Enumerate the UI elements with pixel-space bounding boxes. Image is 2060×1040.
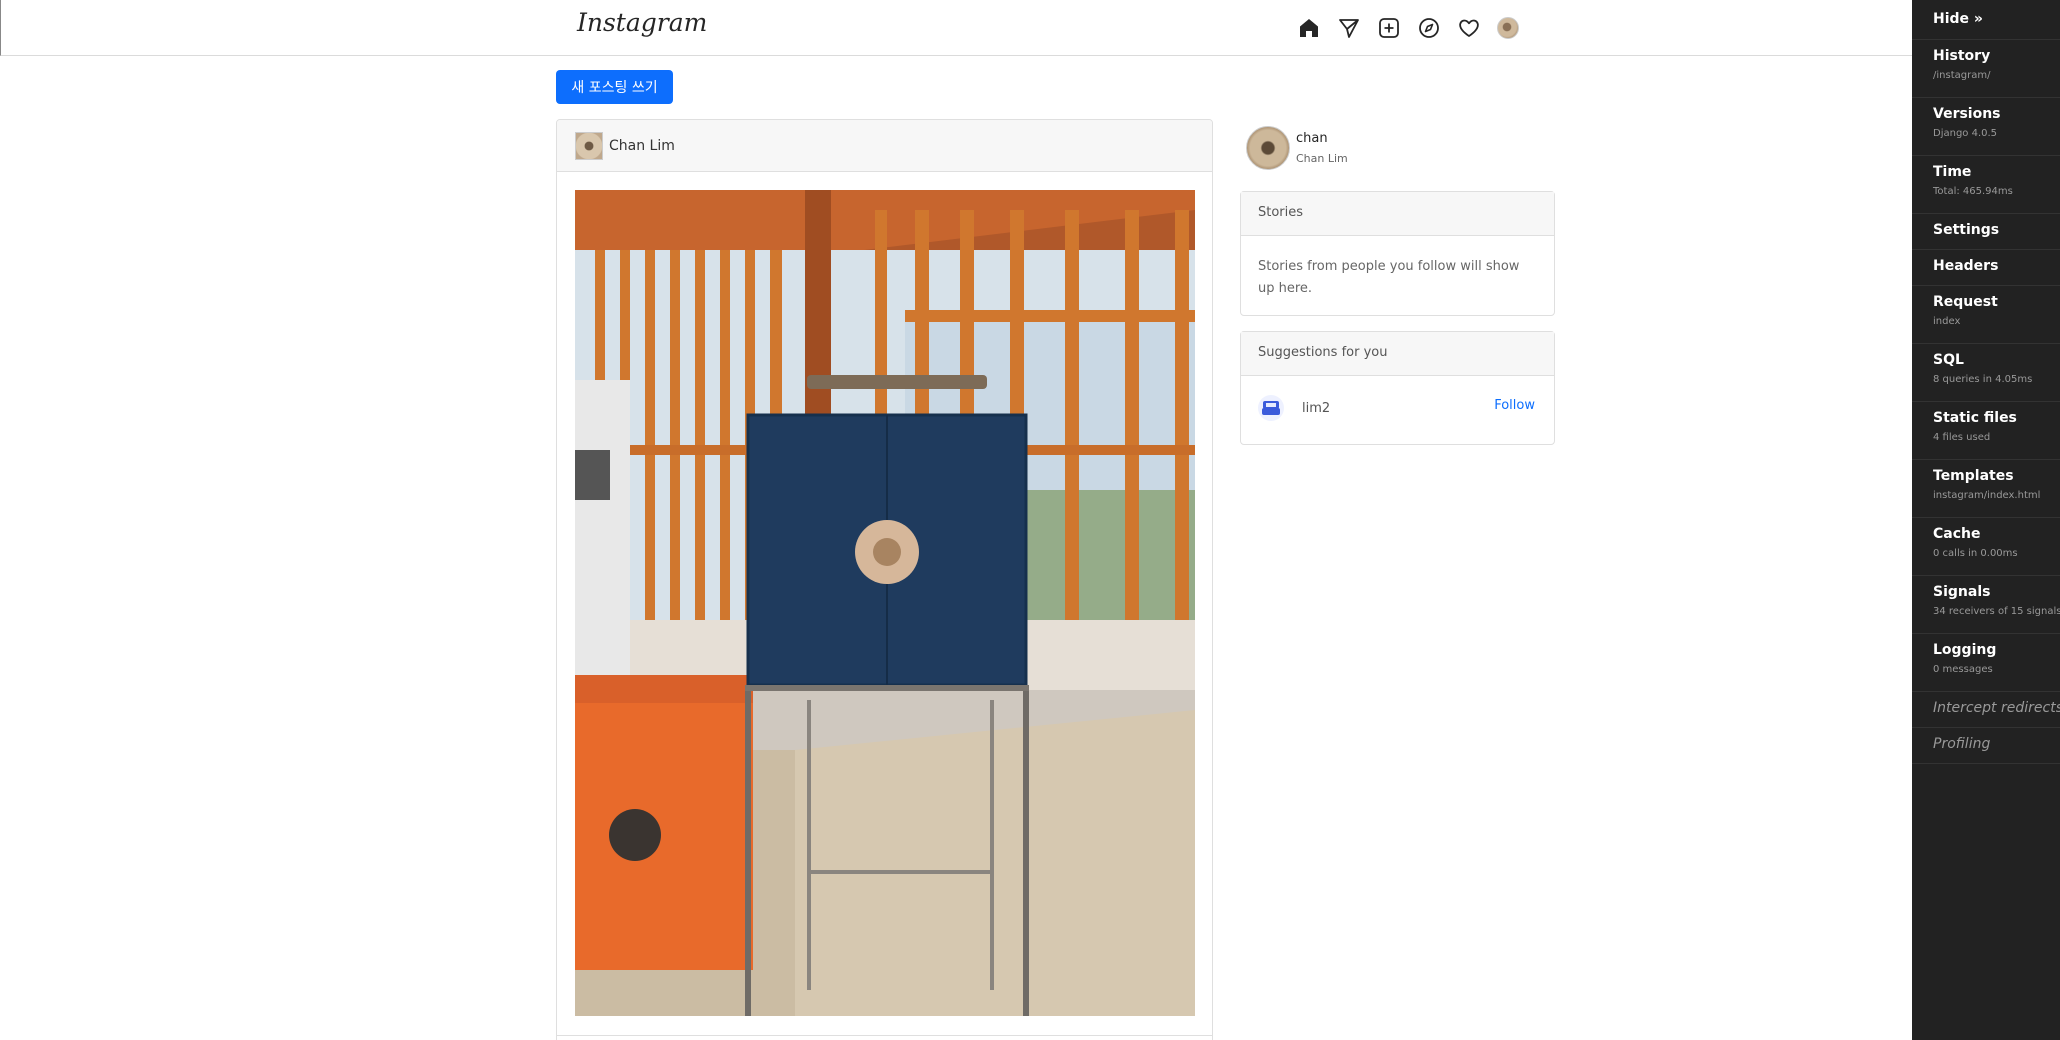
debug-panel-subtitle: 4 files used — [1933, 432, 1991, 443]
instagram-logo[interactable]: Instagram — [577, 8, 707, 37]
debug-panel-profiling[interactable]: Profiling — [1912, 728, 2060, 764]
debug-panel-history[interactable]: History /instagram/ — [1912, 40, 2060, 98]
stories-empty-message: Stories from people you follow will show… — [1258, 259, 1520, 296]
debug-panel-title: Static files — [1933, 410, 2017, 426]
post-divider — [557, 1035, 1212, 1036]
debug-panel-subtitle: /instagram/ — [1933, 70, 1991, 81]
debug-panel-subtitle: instagram/index.html — [1933, 490, 2041, 501]
explore-icon[interactable] — [1417, 16, 1441, 40]
post-header: Chan Lim — [557, 120, 1212, 172]
post-photo[interactable] — [575, 190, 1195, 1016]
debug-panel-intercept-redirects[interactable]: Intercept redirects — [1912, 692, 2060, 728]
avatar[interactable] — [1497, 17, 1519, 39]
debug-panel-subtitle: Django 4.0.5 — [1933, 128, 1998, 139]
debug-panel-logging[interactable]: Logging 0 messages — [1912, 634, 2060, 692]
debug-toolbar: Hide » History /instagram/ Versions Djan… — [1912, 0, 2060, 1040]
post-card: Chan Lim — [556, 119, 1213, 1040]
stories-title: Stories — [1241, 192, 1554, 236]
debug-panel-subtitle: 0 messages — [1933, 664, 1993, 675]
debug-panel-cache[interactable]: Cache 0 calls in 0.00ms — [1912, 518, 2060, 576]
debug-panel-subtitle: Total: 465.94ms — [1933, 186, 2013, 197]
current-user-profile: chan Chan Lim — [1246, 126, 1348, 170]
suggestions-title: Suggestions for you — [1241, 332, 1554, 376]
debug-panel-title: Profiling — [1933, 736, 1991, 752]
user-avatar-icon[interactable] — [1258, 395, 1284, 421]
debug-panel-subtitle: index — [1933, 316, 1961, 327]
debug-panel-title: Time — [1933, 164, 1972, 180]
suggestions-card: Suggestions for you lim2 Follow — [1240, 331, 1555, 445]
new-post-button[interactable]: 새 포스팅 쓰기 — [556, 70, 673, 104]
post-author-avatar[interactable] — [575, 131, 603, 160]
post-author-name[interactable]: Chan Lim — [609, 138, 675, 154]
debug-panel-title: Request — [1933, 294, 1998, 310]
suggestion-username[interactable]: lim2 — [1302, 401, 1330, 416]
profile-avatar[interactable] — [1246, 126, 1290, 170]
debug-panel-title: SQL — [1933, 352, 1964, 368]
debug-panel-title: Cache — [1933, 526, 1981, 542]
debug-panel-title: Headers — [1933, 258, 1999, 274]
home-icon[interactable] — [1297, 16, 1321, 40]
debug-panel-time[interactable]: Time Total: 465.94ms — [1912, 156, 2060, 214]
profile-username[interactable]: chan — [1296, 131, 1348, 146]
debug-panel-title: Intercept redirects — [1933, 700, 2060, 716]
debug-panel-title: Logging — [1933, 642, 1997, 658]
debug-panel-signals[interactable]: Signals 34 receivers of 15 signals — [1912, 576, 2060, 634]
debug-panel-templates[interactable]: Templates instagram/index.html — [1912, 460, 2060, 518]
suggestion-item: lim2 Follow — [1241, 376, 1554, 440]
debug-panel-title: Templates — [1933, 468, 2014, 484]
debug-panel-settings[interactable]: Settings — [1912, 214, 2060, 250]
profile-names: chan Chan Lim — [1296, 131, 1348, 165]
stories-card: Stories Stories from people you follow w… — [1240, 191, 1555, 316]
debug-panel-subtitle: 34 receivers of 15 signals — [1933, 606, 2060, 617]
profile-full-name: Chan Lim — [1296, 152, 1348, 165]
debug-panel-request[interactable]: Request index — [1912, 286, 2060, 344]
debug-panel-sql[interactable]: SQL 8 queries in 4.05ms — [1912, 344, 2060, 402]
debug-panel-versions[interactable]: Versions Django 4.0.5 — [1912, 98, 2060, 156]
debug-panel-title: Versions — [1933, 106, 2001, 122]
debug-toolbar-hide-button[interactable]: Hide » — [1912, 0, 2060, 40]
debug-panel-subtitle: 8 queries in 4.05ms — [1933, 374, 2033, 385]
debug-panel-title: Settings — [1933, 222, 2000, 238]
debug-panel-title: History — [1933, 48, 1991, 64]
nav-icons — [1297, 16, 1519, 40]
send-icon[interactable] — [1337, 16, 1361, 40]
debug-panel-subtitle: 0 calls in 0.00ms — [1933, 548, 2018, 559]
debug-panel-headers[interactable]: Headers — [1912, 250, 2060, 286]
heart-icon[interactable] — [1457, 16, 1481, 40]
follow-button[interactable]: Follow — [1494, 398, 1535, 413]
add-post-icon[interactable] — [1377, 16, 1401, 40]
debug-panel-title: Signals — [1933, 584, 1991, 600]
top-navbar: Instagram — [0, 0, 1912, 56]
debug-panel-static-files[interactable]: Static files 4 files used — [1912, 402, 2060, 460]
